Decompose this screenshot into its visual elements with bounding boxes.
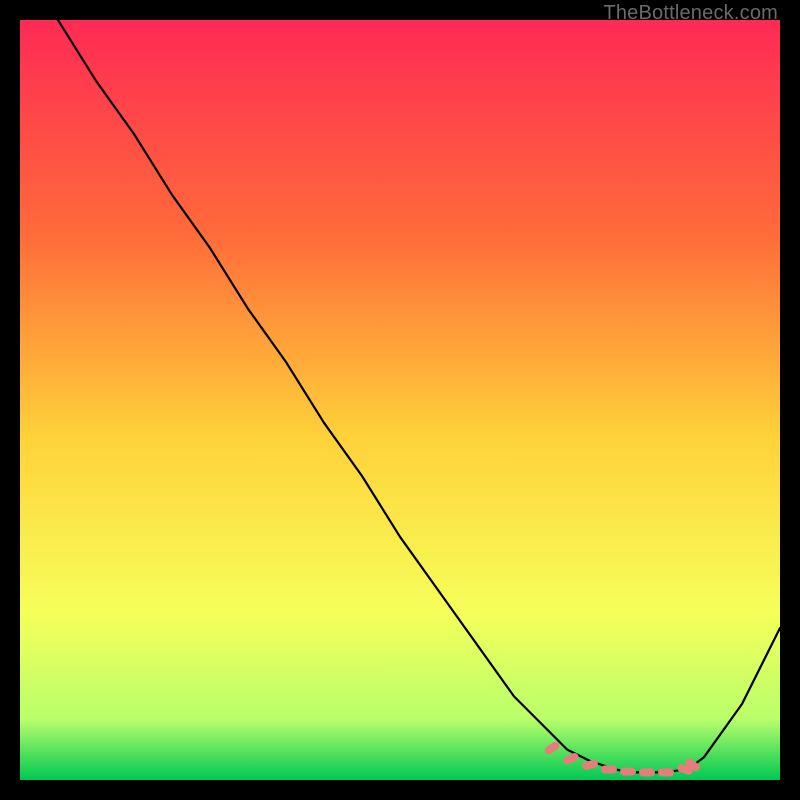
highlight-dot bbox=[658, 768, 674, 776]
highlight-dot bbox=[620, 768, 636, 776]
highlight-dot bbox=[639, 768, 655, 776]
watermark-text: TheBottleneck.com bbox=[603, 2, 778, 25]
highlight-dot bbox=[601, 765, 617, 773]
chart-svg bbox=[20, 20, 780, 780]
chart-frame bbox=[20, 20, 780, 780]
